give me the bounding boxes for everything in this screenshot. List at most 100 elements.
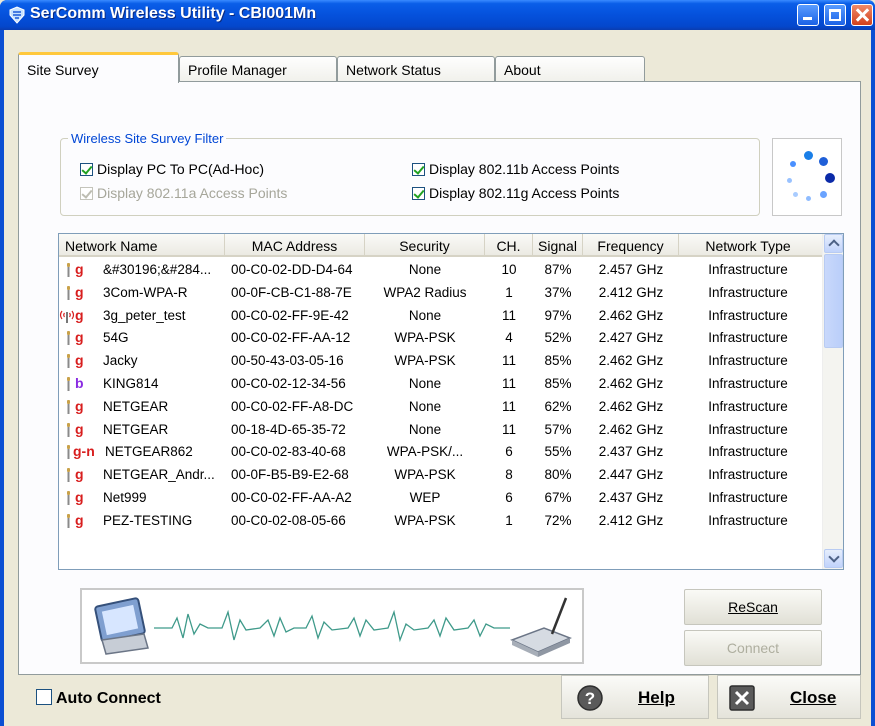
checkbox-box[interactable] <box>412 163 425 176</box>
band-badge: g <box>75 489 84 505</box>
table-row[interactable]: g Net999 00-C0-02-FF-AA-A2 WEP 6 67% 2.437 GHz… <box>59 487 823 510</box>
table-row[interactable]: g Jacky 00-50-43-03-05-16 WPA-PSK 11 85% 2.462… <box>59 350 823 373</box>
cell-security: WPA-PSK <box>394 512 456 528</box>
minimize-button[interactable] <box>797 4 819 26</box>
checkbox-label: Display 802.11a Access Points <box>97 185 288 201</box>
cell-security: WPA-PSK <box>394 353 456 369</box>
80211g-checkbox[interactable]: Display 802.11g Access Points <box>412 185 619 201</box>
table-row[interactable]: g NETGEAR_Andr... 00-0F-B5-B9-E2-68 WPA-PSK… <box>59 464 823 487</box>
cell-type: Infrastructure <box>708 353 788 369</box>
tab-label: About <box>504 62 541 78</box>
spinner-dot <box>790 161 796 167</box>
title-bar[interactable]: SerComm Wireless Utility - CBI001Mn <box>0 0 875 30</box>
adhoc-checkbox[interactable]: Display PC To PC(Ad-Hoc) <box>80 161 264 177</box>
tab-site-survey[interactable]: Site Survey <box>18 52 179 83</box>
spinner-dot <box>804 151 813 160</box>
cell-signal: 72% <box>544 512 572 528</box>
signal-illustration <box>94 597 572 657</box>
broadcast-antenna-icon <box>59 310 75 323</box>
scroll-up-button[interactable] <box>824 234 843 253</box>
cell-security: None <box>408 398 442 414</box>
table-row[interactable]: g &#30196;&#284... 00-C0-02-DD-D4-64 None 10… <box>59 259 823 282</box>
cell-type: Infrastructure <box>708 284 788 300</box>
cell-ch: 1 <box>505 512 513 528</box>
table-row[interactable]: g NETGEAR 00-C0-02-FF-A8-DC None 11 62% 2.462 … <box>59 396 823 419</box>
cell-signal: 85% <box>544 353 572 369</box>
col-mac-address[interactable]: MAC Address <box>225 234 365 257</box>
close-window-button[interactable] <box>851 4 873 26</box>
antenna-icon <box>67 285 70 300</box>
vertical-scrollbar[interactable] <box>822 234 843 569</box>
cell-mac: 00-C0-02-FF-AA-A2 <box>231 490 352 505</box>
checkbox-box[interactable] <box>412 187 425 200</box>
cell-signal: 80% <box>544 467 572 483</box>
cell-freq: 2.457 GHz <box>598 262 664 277</box>
table-row[interactable]: g 3g_peter_test 00-C0-02-FF-9E-42 None 11 97%… <box>59 305 823 328</box>
cell-name: NETGEAR <box>103 421 169 437</box>
cell-signal: 87% <box>544 262 572 277</box>
network-table[interactable]: Network Name MAC Address Security CH. Si… <box>58 233 844 570</box>
80211b-checkbox[interactable]: Display 802.11b Access Points <box>412 161 619 177</box>
table-row[interactable]: g 54G 00-C0-02-FF-AA-12 WPA-PSK 4 52% 2.427 GH… <box>59 327 823 350</box>
scroll-thumb[interactable] <box>824 254 843 348</box>
col-security[interactable]: Security <box>365 234 485 257</box>
cell-mac: 00-C0-02-83-40-68 <box>231 444 346 460</box>
col-network-name[interactable]: Network Name <box>59 234 225 257</box>
help-button[interactable]: ? Help <box>561 675 709 719</box>
cell-name: NETGEAR_Andr... <box>103 467 215 483</box>
maximize-button[interactable] <box>824 4 846 26</box>
spinner-dot <box>825 173 835 183</box>
cell-freq: 2.462 GHz <box>598 376 664 391</box>
router-icon <box>510 597 572 657</box>
cell-freq: 2.462 GHz <box>598 398 664 414</box>
cell-freq: 2.462 GHz <box>598 353 664 369</box>
cell-ch: 11 <box>501 307 516 323</box>
tab-profile-manager[interactable]: Profile Manager <box>179 56 337 81</box>
spinner-dot <box>819 157 828 166</box>
cell-ch: 11 <box>501 376 516 391</box>
cell-name: PEZ-TESTING <box>103 512 193 528</box>
cell-freq: 2.462 GHz <box>598 307 664 323</box>
col-signal[interactable]: Signal <box>533 234 583 257</box>
table-row[interactable]: g PEZ-TESTING 00-C0-02-08-05-66 WPA-PSK 1 72%… <box>59 510 823 533</box>
auto-connect-label: Auto Connect <box>56 690 161 707</box>
cell-mac: 00-C0-02-08-05-66 <box>231 512 346 528</box>
tab-network-status[interactable]: Network Status <box>337 56 495 81</box>
close-button[interactable]: Close <box>717 675 861 719</box>
cell-type: Infrastructure <box>708 490 788 505</box>
table-row[interactable]: g-n NETGEAR862 00-C0-02-83-40-68 WPA-PSK/..… <box>59 441 823 464</box>
scroll-down-button[interactable] <box>824 549 843 568</box>
checkbox-box[interactable] <box>36 689 52 705</box>
cell-type: Infrastructure <box>708 512 788 528</box>
cell-ch: 11 <box>501 353 516 369</box>
checkbox-label: Display 802.11b Access Points <box>429 161 620 177</box>
tab-about[interactable]: About <box>495 56 645 81</box>
cell-mac: 00-0F-CB-C1-88-7E <box>231 284 352 300</box>
checkbox-box[interactable] <box>80 163 93 176</box>
band-badge: g <box>75 261 84 277</box>
band-badge: g <box>75 420 84 437</box>
cell-freq: 2.462 GHz <box>598 421 664 437</box>
antenna-icon <box>67 263 70 277</box>
col-channel[interactable]: CH. <box>485 234 533 257</box>
antenna-icon <box>67 422 70 437</box>
rescan-button[interactable]: ReScan <box>684 589 822 625</box>
band-badge: g <box>75 283 84 300</box>
table-row[interactable]: b KING814 00-C0-02-12-34-56 None 11 85% 2.462 … <box>59 373 823 396</box>
cell-mac: 00-0F-B5-B9-E2-68 <box>231 467 349 483</box>
cell-mac: 00-C0-02-FF-9E-42 <box>231 307 349 323</box>
window-title: SerComm Wireless Utility - CBI001Mn <box>30 5 317 22</box>
cell-security: WPA-PSK <box>394 330 456 346</box>
col-frequency[interactable]: Frequency <box>583 234 679 257</box>
table-row[interactable]: g NETGEAR 00-18-4D-65-35-72 None 11 57% 2.462 … <box>59 419 823 442</box>
band-badge: g <box>75 329 84 346</box>
auto-connect-checkbox[interactable]: Auto Connect <box>36 689 161 708</box>
band-badge: g <box>75 352 84 369</box>
table-row[interactable]: g 3Com-WPA-R 00-0F-CB-C1-88-7E WPA2 Radius 1… <box>59 282 823 305</box>
cell-name: KING814 <box>103 376 159 391</box>
client-area: Site Survey Profile Manager Network Stat… <box>4 30 871 726</box>
cell-mac: 00-C0-02-FF-AA-12 <box>231 330 351 346</box>
antenna-icon <box>67 331 70 346</box>
cell-type: Infrastructure <box>708 421 788 437</box>
col-network-type[interactable]: Network Type <box>679 234 817 257</box>
